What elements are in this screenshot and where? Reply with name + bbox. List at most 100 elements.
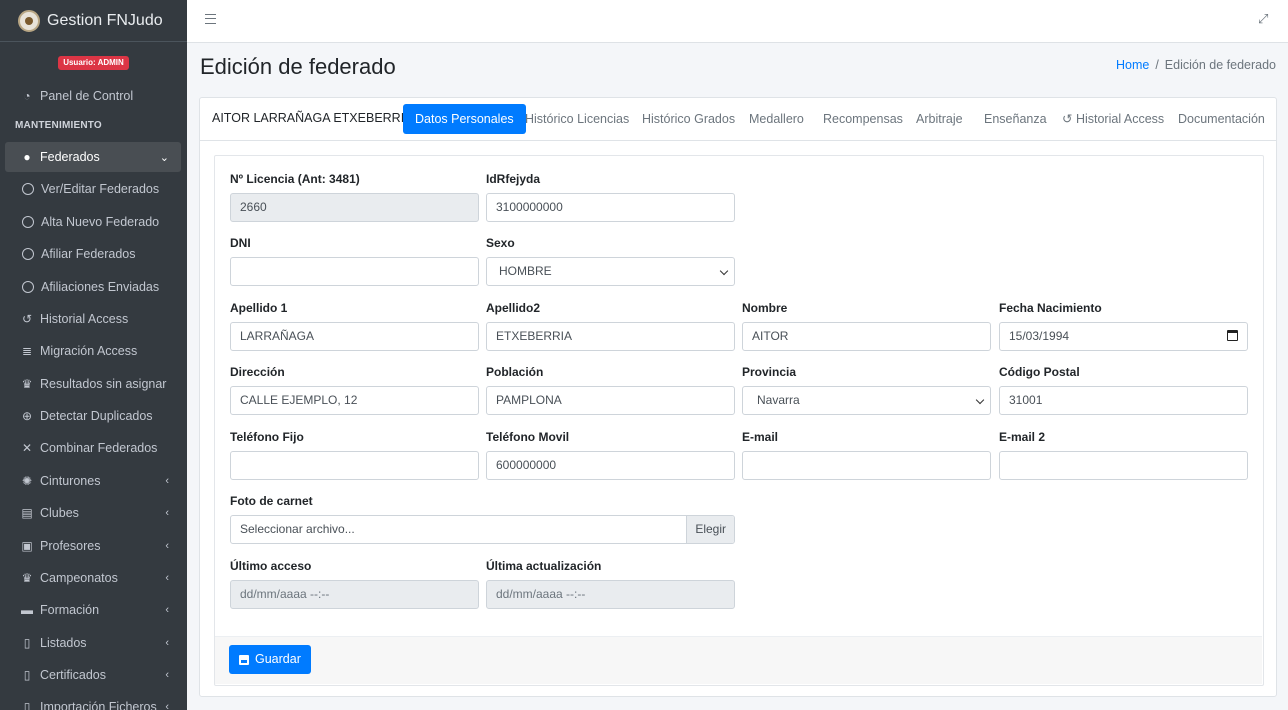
circle-icon <box>22 248 34 260</box>
brand-logo-icon <box>18 9 40 32</box>
foto-browse-button[interactable]: Elegir <box>686 516 734 543</box>
licencia-field[interactable]: 2660 <box>230 193 479 222</box>
idrfejyda-label: IdRfejyda <box>486 172 541 186</box>
sidebar-item-afiliaciones-enviadas[interactable]: Afiliaciones Enviadas <box>5 272 181 302</box>
sidebar-item-formacion[interactable]: ▬ Formación ‹ <box>5 595 181 625</box>
tab-historial-access[interactable]: ↺ Historial Access <box>1050 104 1176 134</box>
card-header: AITOR LARRAÑAGA ETXEBERRIA Datos Persona… <box>200 98 1276 141</box>
topbar: ⤢ <box>187 0 1288 43</box>
provincia-label: Provincia <box>742 365 797 379</box>
fecha-nacimiento-field[interactable]: 15/03/1994 <box>999 322 1248 351</box>
sidebar-item-profesores[interactable]: ▣ Profesores ‹ <box>5 531 181 561</box>
dashboard-icon: ◔ <box>23 89 31 103</box>
user-badge: Usuario: ADMIN <box>58 56 129 70</box>
search-plus-icon: ⊕ <box>21 409 33 423</box>
sidebar-item-resultados-sin-asignar[interactable]: ♛ Resultados sin asignar <box>5 369 181 399</box>
form-panel: Nº Licencia (Ant: 3481) 2660 IdRfejyda 3… <box>214 155 1264 686</box>
licencia-label: Nº Licencia (Ant: 3481) <box>230 172 360 186</box>
menu-toggle-icon[interactable] <box>205 14 216 24</box>
dni-label: DNI <box>230 236 251 250</box>
tab-recompensas[interactable]: Recompensas <box>811 104 915 134</box>
sexo-label: Sexo <box>486 236 515 250</box>
ultimo-acceso-label: Último acceso <box>230 559 312 573</box>
history-icon: ↺ <box>21 312 33 326</box>
sidebar-item-listados[interactable]: ▯ Listados ‹ <box>5 628 181 658</box>
breadcrumb-home-link[interactable]: Home <box>1116 58 1149 72</box>
nombre-label: Nombre <box>742 301 788 315</box>
chalkboard-teacher-icon: ▣ <box>21 539 33 553</box>
calendar-icon[interactable] <box>1227 330 1238 341</box>
codigo-postal-field[interactable]: 31001 <box>999 386 1248 415</box>
telefono-fijo-field[interactable] <box>230 451 479 480</box>
sidebar-item-campeonatos[interactable]: ♛ Campeonatos ‹ <box>5 563 181 593</box>
ultima-actualizacion-label: Última actualización <box>486 559 602 573</box>
telefono-movil-field[interactable]: 600000000 <box>486 451 735 480</box>
database-icon: ≣ <box>21 344 33 358</box>
users-icon: ● <box>23 150 31 164</box>
save-icon <box>239 654 249 665</box>
sidebar-item-federados[interactable]: ● Federados ⌄ <box>5 142 181 172</box>
provincia-select[interactable]: Navarra <box>742 386 991 415</box>
brand[interactable]: Gestion FNJudo <box>0 0 187 42</box>
sidebar-item-alta-nuevo-federado[interactable]: Alta Nuevo Federado <box>5 207 181 237</box>
circle-icon <box>22 183 34 195</box>
apellido2-field[interactable]: ETXEBERRIA <box>486 322 735 351</box>
direccion-field[interactable]: CALLE EJEMPLO, 12 <box>230 386 479 415</box>
circle-icon <box>22 281 34 293</box>
federado-card: AITOR LARRAÑAGA ETXEBERRIA Datos Persona… <box>199 97 1277 697</box>
poblacion-field[interactable]: PAMPLONA <box>486 386 735 415</box>
trophy-icon: ♛ <box>21 377 33 391</box>
sidebar-item-historial-access[interactable]: ↺ Historial Access <box>5 304 181 334</box>
sidebar-item-clubes[interactable]: ▤ Clubes ‹ <box>5 498 181 528</box>
chevron-left-icon: ‹ <box>165 540 169 552</box>
sexo-select[interactable]: HOMBRE <box>486 257 735 286</box>
building-icon: ▤ <box>21 506 33 520</box>
ultima-actualizacion-field[interactable]: dd/mm/aaaa --:-- <box>486 580 735 609</box>
sidebar-item-combinar-federados[interactable]: ✕ Combinar Federados <box>5 433 181 463</box>
dni-field[interactable] <box>230 257 479 286</box>
sidebar-item-certificados[interactable]: ▯ Certificados ‹ <box>5 660 181 690</box>
sidebar-item-importacion-ficheros[interactable]: ▯ Importación Ficheros ‹ <box>5 692 181 710</box>
ultimo-acceso-field[interactable]: dd/mm/aaaa --:-- <box>230 580 479 609</box>
email2-field[interactable] <box>999 451 1248 480</box>
apellido1-field[interactable]: LARRAÑAGA <box>230 322 479 351</box>
brand-title: Gestion FNJudo <box>47 11 163 29</box>
foto-file-input[interactable]: Seleccionar archivo... Elegir <box>230 515 735 544</box>
chevron-down-icon: ⌄ <box>159 151 169 164</box>
tab-datos-personales[interactable]: Datos Personales <box>403 104 526 134</box>
telefono-movil-label: Teléfono Movil <box>486 430 570 444</box>
tab-ensenanza[interactable]: Enseñanza <box>972 104 1059 134</box>
sidebar: Gestion FNJudo Usuario: ADMIN ◔ Panel de … <box>0 0 187 710</box>
breadcrumb-separator: / <box>1155 58 1159 72</box>
sidebar-item-panel-control[interactable]: ◔ Panel de Control <box>5 81 181 111</box>
nombre-field[interactable]: AITOR <box>742 322 991 351</box>
compress-icon: ✕ <box>21 441 33 455</box>
federado-name: AITOR LARRAÑAGA ETXEBERRIA <box>212 111 413 125</box>
chevron-left-icon: ‹ <box>165 701 169 710</box>
tab-historico-grados[interactable]: Histórico Grados <box>630 104 747 134</box>
file-import-icon: ▯ <box>23 700 31 710</box>
chevron-left-icon: ‹ <box>165 669 169 681</box>
certificate-icon: ▯ <box>23 668 31 682</box>
fullscreen-icon[interactable]: ⤢ <box>1258 12 1270 25</box>
sidebar-item-ver-editar-federados[interactable]: Ver/Editar Federados <box>5 174 181 204</box>
sidebar-item-migracion-access[interactable]: ≣ Migración Access <box>5 336 181 366</box>
sidebar-item-cinturones[interactable]: ✺ Cinturones ‹ <box>5 466 181 496</box>
tab-arbitraje[interactable]: Arbitraje <box>904 104 975 134</box>
tab-documentacion[interactable]: Documentación <box>1166 104 1277 134</box>
email-label: E-mail <box>742 430 779 444</box>
apellido1-label: Apellido 1 <box>230 301 288 315</box>
email-field[interactable] <box>742 451 991 480</box>
tab-medallero[interactable]: Medallero <box>737 104 816 134</box>
sidebar-item-afiliar-federados[interactable]: Afiliar Federados <box>5 239 181 269</box>
save-button[interactable]: Guardar <box>229 645 311 674</box>
apellido2-label: Apellido2 <box>486 301 541 315</box>
email2-label: E-mail 2 <box>999 430 1046 444</box>
tab-historico-licencias[interactable]: Histórico Licencias <box>513 104 641 134</box>
chevron-left-icon: ‹ <box>165 637 169 649</box>
sidebar-section-header: MANTENIMIENTO <box>15 120 102 131</box>
telefono-fijo-label: Teléfono Fijo <box>230 430 304 444</box>
idrfejyda-field[interactable]: 3100000000 <box>486 193 735 222</box>
breadcrumb-current: Edición de federado <box>1164 58 1276 72</box>
sidebar-item-detectar-duplicados[interactable]: ⊕ Detectar Duplicados <box>5 401 181 431</box>
